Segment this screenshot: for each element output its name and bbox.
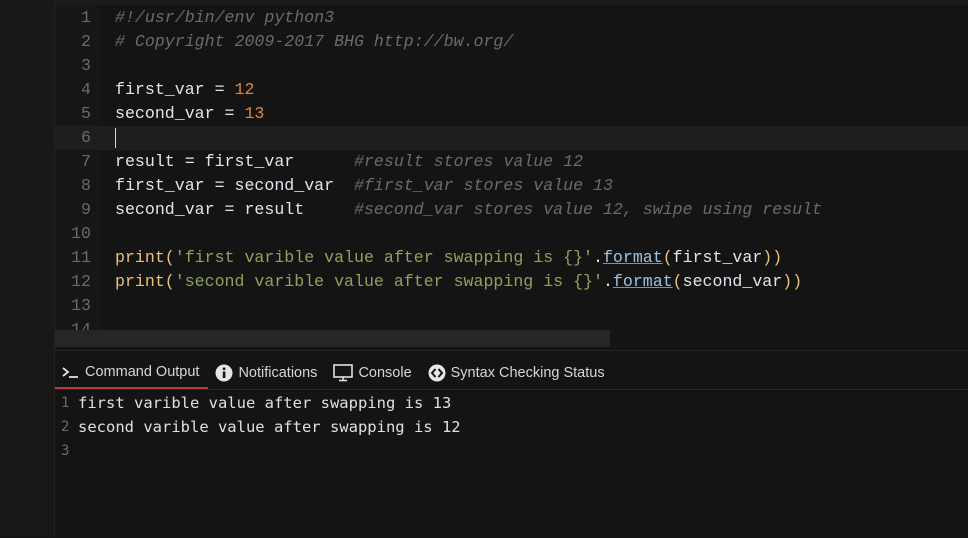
code-token: #!/usr/bin/env python3 — [115, 8, 335, 27]
code-line[interactable]: 9 second_var = result #second_var stores … — [55, 198, 968, 222]
line-number: 2 — [81, 32, 91, 51]
command-output[interactable]: 1 first varible value after swapping is 1… — [55, 391, 968, 463]
tab-notifications[interactable]: Notifications — [208, 356, 326, 389]
code-token: #result stores value 12 — [354, 152, 584, 171]
code-icon — [428, 364, 446, 382]
code-token: second_var — [682, 272, 783, 291]
code-text: print('second varible value after swappi… — [115, 270, 802, 294]
bottom-panel: Command Output Notifications Console Syn… — [55, 350, 968, 538]
code-token: 13 — [244, 104, 265, 123]
code-token: )) — [782, 272, 803, 291]
horizontal-scrollbar[interactable] — [55, 330, 610, 347]
line-number: 7 — [81, 152, 91, 171]
output-line-number: 3 — [61, 443, 70, 459]
output-line: 2 second varible value after swapping is … — [55, 415, 968, 439]
code-token: 'first varible value after swapping is {… — [174, 248, 593, 267]
code-text: second_var = result #second_var stores v… — [115, 198, 822, 222]
tab-label: Command Output — [85, 363, 200, 380]
line-number: 14 — [71, 320, 91, 330]
terminal-icon — [62, 365, 80, 379]
code-text: #!/usr/bin/env python3 — [115, 6, 334, 30]
code-token: print( — [115, 248, 175, 267]
line-number: 13 — [71, 296, 91, 315]
output-line-number: 1 — [61, 395, 70, 411]
line-number: 10 — [71, 224, 91, 243]
code-token: ( — [672, 272, 683, 291]
panel-tabs: Command Output Notifications Console Syn… — [55, 356, 968, 390]
code-text: print('first varible value after swappin… — [115, 246, 782, 270]
line-number: 1 — [81, 8, 91, 27]
code-text: second_var = 13 — [115, 102, 264, 126]
line-number: 6 — [81, 128, 91, 147]
line-number: 4 — [81, 80, 91, 99]
code-token: second_var = result — [115, 200, 354, 219]
code-token: 12 — [234, 80, 255, 99]
code-text: first_var = 12 — [115, 78, 254, 102]
code-token: #second_var stores value 12, swipe using… — [354, 200, 823, 219]
tab-command-output[interactable]: Command Output — [55, 356, 209, 389]
text-cursor — [115, 127, 116, 148]
tab-label: Console — [358, 364, 412, 381]
code-line[interactable]: 6 — [55, 126, 968, 150]
line-number: 9 — [81, 200, 91, 219]
code-token: first_var = — [115, 80, 235, 99]
output-line: 3 — [55, 439, 968, 463]
line-number: 3 — [81, 56, 91, 75]
code-token: first_var = second_var — [115, 176, 354, 195]
code-token: #first_var stores value 13 — [354, 176, 613, 195]
line-number: 5 — [81, 104, 91, 123]
code-line[interactable]: 12 print('second varible value after swap… — [55, 270, 968, 294]
code-token: second_var = — [115, 104, 245, 123]
line-number: 12 — [71, 272, 91, 291]
code-line[interactable]: 11 print('first varible value after swapp… — [55, 246, 968, 270]
info-icon — [215, 364, 233, 382]
code-text — [115, 126, 116, 150]
code-line[interactable]: 13 — [55, 294, 968, 318]
code-token: # Copyright 2009-2017 BHG http://bw.org/ — [115, 32, 514, 51]
code-line[interactable]: 4 first_var = 12 — [55, 78, 968, 102]
tab-label: Syntax Checking Status — [450, 364, 605, 381]
line-number: 8 — [81, 176, 91, 195]
code-line[interactable]: 10 — [55, 222, 968, 246]
code-token: format — [612, 272, 673, 291]
line-number: 11 — [71, 248, 91, 267]
code-token: . — [592, 248, 603, 267]
code-text: # Copyright 2009-2017 BHG http://bw.org/ — [115, 30, 513, 54]
code-token: . — [602, 272, 613, 291]
code-line[interactable]: 7 result = first_var #result stores value… — [55, 150, 968, 174]
code-line[interactable]: 8 first_var = second_var #first_var store… — [55, 174, 968, 198]
output-text: first varible value after swapping is 13 — [78, 394, 452, 412]
output-line: 1 first varible value after swapping is 1… — [55, 391, 968, 415]
code-text: result = first_var #result stores value … — [115, 150, 583, 174]
code-token: ( — [662, 248, 673, 267]
tab-console[interactable]: Console — [326, 356, 420, 389]
code-token: format — [602, 248, 663, 267]
tab-syntax-checking-status[interactable]: Syntax Checking Status — [421, 356, 614, 389]
code-line[interactable]: 1 #!/usr/bin/env python3 — [55, 6, 968, 30]
left-sidebar — [0, 0, 55, 537]
code-token: first_var — [672, 248, 763, 267]
tab-label: Notifications — [238, 364, 318, 381]
code-token: result = first_var — [115, 152, 354, 171]
code-editor[interactable]: 1 #!/usr/bin/env python3 2 # Copyright 2009… — [55, 5, 968, 330]
output-line-number: 2 — [61, 419, 70, 435]
code-line[interactable]: 5 second_var = 13 — [55, 102, 968, 126]
code-token: print( — [115, 272, 175, 291]
code-line[interactable]: 14 — [55, 318, 968, 330]
code-token: )) — [762, 248, 783, 267]
code-line[interactable]: 2 # Copyright 2009-2017 BHG http://bw.org… — [55, 30, 968, 54]
monitor-icon — [333, 363, 354, 382]
code-token: 'second varible value after swapping is … — [174, 272, 603, 291]
output-text: second varible value after swapping is 1… — [78, 418, 461, 436]
code-line[interactable]: 3 — [55, 54, 968, 78]
code-text: first_var = second_var #first_var stores… — [115, 174, 613, 198]
